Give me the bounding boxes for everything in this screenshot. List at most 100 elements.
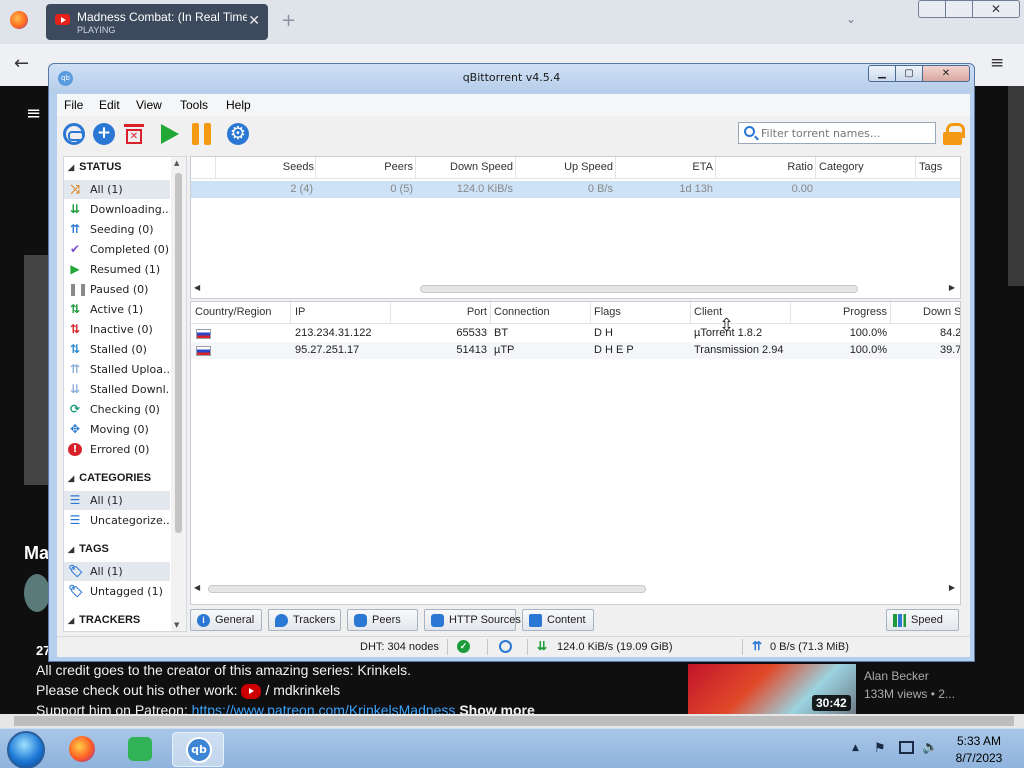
start-button[interactable] [7,731,45,768]
sidebar-item-stalled[interactable]: ⇅ Stalled (0) [64,340,170,359]
tab-content[interactable]: Content [522,609,594,631]
sidebar-item-paused[interactable]: ❚❚ Paused (0) [64,280,170,299]
youtube-menu-icon[interactable]: ≡ [26,103,41,124]
patreon-link[interactable]: https://www.patreon.com/KrinkelsMadness [192,702,456,714]
chevron-down-icon[interactable]: ⌄ [846,12,856,26]
new-tab-button[interactable]: + [281,10,296,31]
scroll-down-arrow-icon[interactable]: ▼ [174,621,179,629]
delete-icon[interactable]: ✕ [124,123,144,145]
pause-icon[interactable] [191,123,213,145]
sidebar-item-stalled-downloading[interactable]: ⇊ Stalled Downl... [64,380,170,399]
column-header-category[interactable]: Category [819,161,864,173]
categories-header[interactable]: ◢ CATEGORIES [68,472,151,488]
tab-http-sources[interactable]: HTTP Sources [424,609,521,631]
resume-icon[interactable] [161,124,179,144]
sidebar-item-seeding[interactable]: ⇈ Seeding (0) [64,220,170,239]
taskbar-sheets-button[interactable] [114,732,166,767]
peer-row[interactable]: 95.27.251.17 51413 µTP D H E P Transmiss… [191,342,960,359]
trackers-header[interactable]: ◢ TRACKERS [68,614,140,630]
scrollbar-thumb[interactable] [420,285,858,293]
sidebar-item-downloading[interactable]: ⇊ Downloading... [64,200,170,219]
scrollbar-thumb[interactable] [14,716,1014,726]
column-header-connection[interactable]: Connection [494,306,550,318]
sidebar-item-checking[interactable]: ⟳ Checking (0) [64,400,170,419]
browser-maximize-button[interactable] [945,0,973,18]
upload-speed[interactable]: 0 B/s (71.3 MiB) [770,641,849,653]
scroll-up-arrow-icon[interactable]: ▲ [174,159,179,167]
browser-tab[interactable]: Madness Combat: (In Real Time PLAYING ✕ [46,4,268,40]
sidebar-item-category-all[interactable]: ☰ All (1) [64,491,170,510]
scrollbar-thumb[interactable] [175,173,182,533]
menu-file[interactable]: File [64,98,83,112]
browser-minimize-button[interactable] [918,0,946,18]
column-header-up-speed[interactable]: Up Speed [515,161,613,173]
scroll-right-arrow-icon[interactable]: ▶ [949,583,955,592]
video-player[interactable] [24,255,50,485]
sidebar-item-stalled-uploading[interactable]: ⇈ Stalled Uploa... [64,360,170,379]
sidebar-item-uncategorized[interactable]: ☰ Uncategorize... [64,511,170,530]
download-speed[interactable]: 124.0 KiB/s (19.09 GiB) [557,641,673,653]
lock-icon[interactable] [943,123,965,145]
status-header[interactable]: ◢ STATUS [68,161,122,177]
scrollbar-thumb[interactable] [208,585,646,593]
add-torrent-file-icon[interactable]: + [93,123,115,145]
sidebar-item-inactive[interactable]: ⇅ Inactive (0) [64,320,170,339]
minimize-button[interactable]: ▁ [868,65,896,82]
menu-help[interactable]: Help [226,98,251,112]
clock-time[interactable]: 5:33 AM [950,734,1008,748]
column-header-port[interactable]: Port [390,306,487,318]
sidebar-item-tag-all[interactable]: 🏷 All (1) [64,562,170,581]
tab-speed[interactable]: Speed [886,609,959,631]
column-header-down-speed[interactable]: Down Speed [415,161,513,173]
sidebar-item-all[interactable]: ⤨ All (1) [64,180,170,199]
column-header-country[interactable]: Country/Region [195,306,271,318]
tab-peers[interactable]: Peers [347,609,418,631]
sidebar-item-errored[interactable]: ! Errored (0) [64,440,170,459]
add-torrent-link-icon[interactable] [63,123,85,145]
peer-row[interactable]: 213.234.31.122 65533 BT D H µTorrent 1.8… [191,325,960,342]
sidebar-item-moving[interactable]: ✥ Moving (0) [64,420,170,439]
alternative-speed-icon[interactable] [499,640,512,653]
channel-avatar[interactable] [24,574,50,612]
column-header-seeds[interactable]: Seeds [215,161,314,173]
menu-view[interactable]: View [136,98,162,112]
column-header-down-speed[interactable]: Down S [923,306,960,318]
torrent-list-hscrollbar[interactable]: ◀ ▶ [192,281,959,295]
column-header-progress[interactable]: Progress [790,306,887,318]
taskbar-firefox-button[interactable] [56,732,108,767]
taskbar-qbittorrent-button[interactable]: qb [172,732,224,767]
horizontal-scrollbar[interactable] [0,714,1024,728]
column-header-ip[interactable]: IP [295,306,305,318]
show-more-button[interactable]: Show more [459,702,534,714]
tray-expand-icon[interactable]: ▲ [852,743,859,753]
search-input[interactable] [761,125,931,141]
menu-edit[interactable]: Edit [99,98,120,112]
maximize-button[interactable]: ▢ [895,65,923,82]
column-header-eta[interactable]: ETA [615,161,713,173]
scroll-right-arrow-icon[interactable]: ▶ [949,283,955,292]
window-titlebar[interactable]: qb qBittorrent v4.5.4 ▁ ▢ ✕ [49,64,974,92]
peers-list-hscrollbar[interactable]: ◀ ▶ [192,581,959,595]
hamburger-menu-icon[interactable]: ≡ [990,53,1004,73]
tab-general[interactable]: i General [190,609,262,631]
torrent-row[interactable]: 2 (4) 0 (5) 124.0 KiB/s 0 B/s 1d 13h 0.0… [191,181,960,198]
sidebar-item-untagged[interactable]: 🏷 Untagged (1) [64,582,170,601]
scroll-left-arrow-icon[interactable]: ◀ [194,583,200,592]
recommended-channel[interactable]: Alan Becker [864,669,929,683]
sidebar-item-completed[interactable]: ✔ Completed (0) [64,240,170,259]
browser-close-button[interactable]: ✕ [972,0,1020,18]
sidebar-item-resumed[interactable]: ▶ Resumed (1) [64,260,170,279]
sidebar-scrollbar[interactable]: ▲ ▼ [171,157,186,631]
network-icon[interactable] [899,741,914,754]
volume-icon[interactable]: 🔈 [922,740,938,755]
column-header-client[interactable]: Client [694,306,722,318]
column-header-flags[interactable]: Flags [594,306,621,318]
channel-link[interactable]: / mdkrinkels [265,682,340,698]
tab-trackers[interactable]: Trackers [268,609,341,631]
menu-tools[interactable]: Tools [180,98,208,112]
gear-icon[interactable]: ⚙ [227,123,249,145]
column-header-peers[interactable]: Peers [315,161,413,173]
column-header-ratio[interactable]: Ratio [715,161,813,173]
action-center-flag-icon[interactable]: ⚑ [874,741,886,756]
sidebar-item-active[interactable]: ⇅ Active (1) [64,300,170,319]
